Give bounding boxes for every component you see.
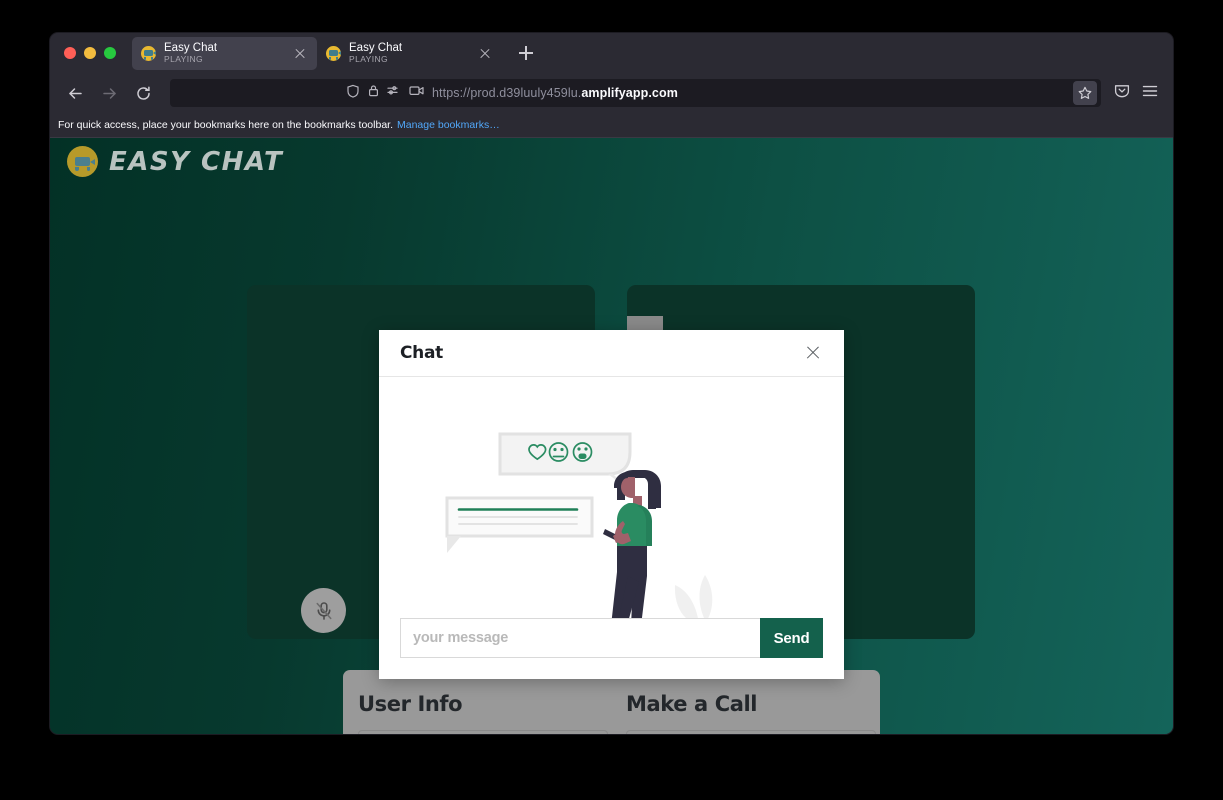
tab-title: Easy Chat	[349, 42, 469, 54]
shield-icon[interactable]	[346, 84, 360, 103]
navigation-toolbar: https://prod.d39luuly459lu.amplifyapp.co…	[50, 73, 1173, 113]
reload-button[interactable]	[128, 78, 158, 108]
chat-modal-title: Chat	[400, 343, 803, 363]
camera-icon[interactable]	[409, 84, 425, 102]
favicon-icon	[326, 46, 341, 61]
tab-status: PLAYING	[164, 55, 284, 64]
call-code-input[interactable]: Enter code to call	[626, 730, 876, 734]
bookmarks-hint: For quick access, place your bookmarks h…	[58, 119, 393, 131]
window-controls	[58, 47, 132, 59]
chat-modal: Chat	[379, 330, 844, 679]
manage-bookmarks-link[interactable]: Manage bookmarks…	[397, 119, 500, 131]
chat-message-placeholder: your message	[413, 630, 508, 646]
favicon-icon	[141, 46, 156, 61]
user-info-section: User Info John 4/15 Copy	[358, 692, 608, 734]
permissions-icon[interactable]	[387, 84, 402, 102]
page-content: EASY CHAT User Info John 4	[50, 138, 1173, 734]
close-window-button[interactable]	[64, 47, 76, 59]
username-input[interactable]: John 4/15	[358, 730, 608, 734]
tab-title: Easy Chat	[164, 42, 284, 54]
tab-strip: Easy Chat PLAYING Easy Chat PLAYING	[50, 33, 1173, 73]
chat-modal-header: Chat	[379, 330, 844, 377]
video-camera-icon	[67, 146, 98, 177]
chat-message-input[interactable]: your message	[400, 618, 760, 658]
user-info-title: User Info	[358, 692, 608, 716]
tab-easy-chat-1[interactable]: Easy Chat PLAYING	[132, 37, 317, 70]
tab-status: PLAYING	[349, 55, 469, 64]
send-button[interactable]: Send	[760, 618, 823, 658]
tab-close-icon[interactable]	[477, 45, 493, 61]
pocket-save-icon[interactable]	[1113, 82, 1131, 105]
minimize-window-button[interactable]	[84, 47, 96, 59]
browser-window: Easy Chat PLAYING Easy Chat PLAYING	[50, 33, 1173, 734]
make-a-call-title: Make a Call	[626, 692, 876, 716]
chat-input-row: your message Send	[379, 618, 844, 679]
call-controls-panel: User Info John 4/15 Copy Make a Call	[343, 670, 880, 734]
person-messaging-illustration	[443, 425, 738, 618]
hamburger-menu-icon[interactable]	[1141, 82, 1159, 105]
back-button[interactable]	[60, 78, 90, 108]
url-text: https://prod.d39luuly459lu.amplifyapp.co…	[432, 86, 678, 100]
forward-button[interactable]	[94, 78, 124, 108]
address-bar[interactable]: https://prod.d39luuly459lu.amplifyapp.co…	[170, 79, 1101, 107]
new-tab-button[interactable]	[512, 39, 540, 67]
close-icon[interactable]	[803, 343, 823, 363]
bookmarks-toolbar: For quick access, place your bookmarks h…	[50, 113, 1173, 138]
chat-message-area	[379, 377, 844, 618]
tab-close-icon[interactable]	[292, 45, 308, 61]
app-logo: EASY CHAT	[67, 146, 283, 177]
lock-icon[interactable]	[367, 84, 380, 102]
microphone-muted-icon[interactable]	[301, 588, 346, 633]
bookmark-star-icon[interactable]	[1073, 81, 1097, 105]
brand-title: EASY CHAT	[109, 147, 283, 177]
make-a-call-section: Make a Call Enter code to call Hang Up	[626, 692, 876, 734]
tab-easy-chat-2[interactable]: Easy Chat PLAYING	[317, 37, 502, 70]
maximize-window-button[interactable]	[104, 47, 116, 59]
